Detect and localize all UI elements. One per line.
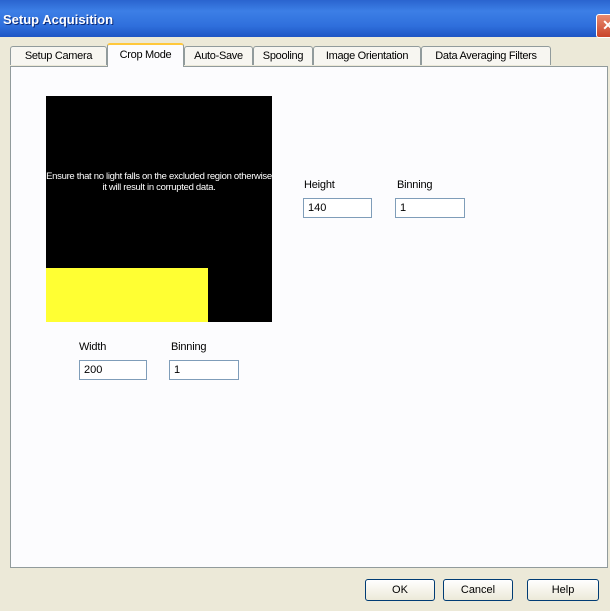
- tab-spooling[interactable]: Spooling: [253, 46, 313, 65]
- tab-data-averaging-filters[interactable]: Data Averaging Filters: [421, 46, 551, 65]
- height-input[interactable]: 140: [303, 198, 372, 218]
- crop-warning-text: Ensure that no light falls on the exclud…: [46, 171, 272, 193]
- width-label: Width: [79, 341, 107, 353]
- setup-acquisition-dialog: Setup Acquisition ✕ Setup Camera Crop Mo…: [0, 0, 610, 611]
- ok-button[interactable]: OK: [365, 579, 435, 601]
- width-binning-label: Binning: [171, 341, 207, 353]
- crop-mode-panel: Ensure that no light falls on the exclud…: [10, 66, 608, 568]
- height-label: Height: [304, 179, 335, 191]
- crop-preview: Ensure that no light falls on the exclud…: [46, 96, 272, 322]
- height-binning-input[interactable]: 1: [395, 198, 465, 218]
- tab-strip: Setup Camera Crop Mode Auto-Save Spoolin…: [0, 41, 610, 67]
- width-binning-input[interactable]: 1: [169, 360, 239, 380]
- tab-crop-mode[interactable]: Crop Mode: [107, 43, 184, 67]
- cancel-button[interactable]: Cancel: [443, 579, 513, 601]
- tab-setup-camera[interactable]: Setup Camera: [10, 46, 107, 65]
- width-input[interactable]: 200: [79, 360, 147, 380]
- tab-image-orientation[interactable]: Image Orientation: [313, 46, 421, 65]
- tab-auto-save[interactable]: Auto-Save: [184, 46, 253, 65]
- height-binning-label: Binning: [397, 179, 433, 191]
- title-bar[interactable]: Setup Acquisition ✕: [0, 0, 610, 38]
- help-button[interactable]: Help: [527, 579, 599, 601]
- crop-region: [46, 268, 208, 322]
- window-title: Setup Acquisition: [3, 12, 114, 27]
- close-icon[interactable]: ✕: [596, 14, 610, 38]
